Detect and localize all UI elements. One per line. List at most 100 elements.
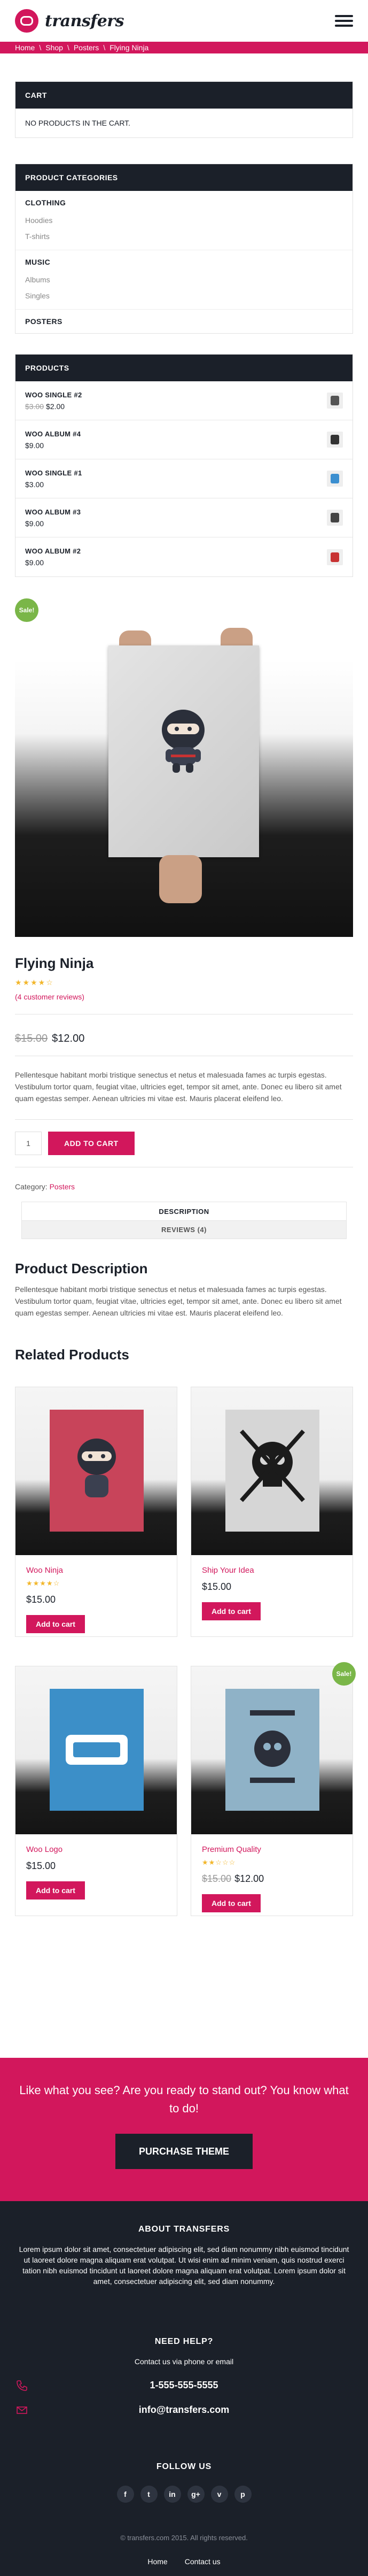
category-link[interactable]: Posters: [50, 1182, 75, 1191]
help-title: NEED HELP?: [154, 2337, 214, 2346]
related-product-price: $15.00 $12.00: [202, 1873, 342, 1885]
category-group: POSTERS: [15, 310, 353, 333]
purchase-theme-button[interactable]: PURCHASE THEME: [115, 2134, 253, 2169]
widget-product-row[interactable]: WOO ALBUM #2 $9.00: [15, 537, 353, 576]
category-singles[interactable]: Singles: [25, 288, 343, 304]
description-text: Pellentesque habitant morbi tristique se…: [15, 1285, 342, 1317]
cart-widget-title: CART: [15, 82, 353, 109]
breadcrumb-shop[interactable]: Shop: [45, 43, 63, 52]
widget-product-name[interactable]: WOO SINGLE #2: [25, 391, 82, 399]
related-product-old-price: $15.00: [202, 1873, 232, 1884]
related-product-card[interactable]: Woo Ninja ★★★★☆ $15.00 Add to cart: [15, 1387, 177, 1637]
breadcrumb-home[interactable]: Home: [15, 43, 35, 52]
page: transfers Home \ Shop \ Posters \ Flying…: [0, 0, 368, 2576]
main-content: CART NO PRODUCTS IN THE CART. PRODUCT CA…: [0, 81, 368, 1916]
breadcrumb-separator: \: [39, 43, 42, 52]
product-thumbnail[interactable]: [327, 432, 343, 448]
related-product-card[interactable]: Ship Your Idea $15.00 Add to cart: [191, 1387, 353, 1637]
widget-product-name[interactable]: WOO ALBUM #3: [25, 508, 81, 516]
logo-text[interactable]: transfers: [45, 12, 124, 30]
widget-product-row[interactable]: WOO ALBUM #3 $9.00: [15, 498, 353, 537]
category-music[interactable]: MUSIC: [25, 258, 343, 266]
about-text: Lorem ipsum dolor sit amet, consectetuer…: [19, 2245, 349, 2286]
add-to-cart-button[interactable]: Add to cart: [26, 1881, 85, 1900]
cart-empty-message: NO PRODUCTS IN THE CART.: [25, 119, 131, 127]
related-product-name[interactable]: Woo Ninja: [26, 1566, 166, 1575]
product-tabs: DESCRIPTION REVIEWS (4): [21, 1202, 347, 1239]
email-address[interactable]: info@transfers.com: [0, 2404, 368, 2416]
category-group: CLOTHING Hoodies T-shirts: [15, 191, 353, 250]
related-product-card[interactable]: Sale! Premium Quality ★★☆☆☆ $15.00 $12.00…: [191, 1662, 356, 1916]
widget-product-row[interactable]: WOO SINGLE #1 $3.00: [15, 459, 353, 498]
skull-illustration: [240, 1429, 305, 1502]
footer-links: Home Contact us: [0, 2557, 368, 2566]
facebook-icon[interactable]: f: [116, 2486, 134, 2503]
add-to-cart-button[interactable]: Add to cart: [202, 1602, 261, 1620]
linkedin-icon[interactable]: in: [163, 2486, 181, 2503]
copyright-text: © transfers.com 2015. All rights reserve…: [120, 2534, 248, 2542]
product-image[interactable]: [191, 1666, 353, 1834]
star-rating-icon: ★★★★☆: [15, 978, 54, 987]
widget-product-name[interactable]: WOO ALBUM #4: [25, 430, 81, 438]
logo-icon[interactable]: [15, 9, 38, 33]
pinterest-icon[interactable]: p: [234, 2486, 252, 2503]
star-rating-icon: ★★☆☆☆: [202, 1858, 236, 1866]
widget-product-price: $9.00: [25, 519, 44, 528]
products-widget: PRODUCTS WOO SINGLE #2 $3.00 $2.00 WOO AL…: [15, 354, 353, 577]
breadcrumb-posters[interactable]: Posters: [74, 43, 99, 52]
related-product-name[interactable]: Premium Quality: [202, 1845, 342, 1854]
related-product-card[interactable]: Woo Logo $15.00 Add to cart: [15, 1666, 177, 1916]
breadcrumb-separator: \: [67, 43, 69, 52]
related-product-name[interactable]: Woo Logo: [26, 1845, 166, 1854]
tab-description[interactable]: DESCRIPTION: [22, 1202, 346, 1220]
category-hoodies[interactable]: Hoodies: [25, 212, 343, 228]
cart-widget: CART NO PRODUCTS IN THE CART.: [15, 81, 353, 138]
categories-widget: PRODUCT CATEGORIES CLOTHING Hoodies T-sh…: [15, 164, 353, 334]
add-to-cart-button[interactable]: Add to cart: [202, 1894, 261, 1912]
add-to-cart-button[interactable]: Add to cart: [26, 1615, 85, 1633]
quantity-input[interactable]: 1: [15, 1132, 42, 1155]
poster-image: [225, 1410, 319, 1532]
twitter-icon[interactable]: t: [140, 2486, 158, 2503]
help-text: Contact us via phone or email: [134, 2357, 234, 2366]
product-thumbnail[interactable]: [327, 549, 343, 565]
category-posters[interactable]: POSTERS: [25, 317, 343, 326]
poster-image: [50, 1410, 144, 1532]
cta-text: Like what you see? Are you ready to stan…: [19, 2083, 349, 2115]
footer-link-contact[interactable]: Contact us: [185, 2557, 221, 2566]
widget-product-row[interactable]: WOO ALBUM #4 $9.00: [15, 420, 353, 459]
footer-link-home[interactable]: Home: [147, 2557, 167, 2566]
widget-product-name[interactable]: WOO ALBUM #2: [25, 547, 81, 555]
category-albums[interactable]: Albums: [25, 272, 343, 288]
tab-reviews[interactable]: REVIEWS (4): [22, 1220, 346, 1239]
product-thumbnail[interactable]: [327, 471, 343, 487]
widget-product-row[interactable]: WOO SINGLE #2 $3.00 $2.00: [15, 381, 353, 420]
poster-image: [108, 645, 259, 857]
product-main-image[interactable]: Sale!: [15, 598, 353, 937]
site-header: transfers: [0, 0, 368, 42]
product-meta: Category: Posters: [15, 1182, 353, 1191]
related-product-name[interactable]: Ship Your Idea: [202, 1566, 342, 1575]
premium-illustration: [250, 1710, 295, 1783]
related-product-price: $15.00: [202, 1581, 232, 1592]
product-image[interactable]: [15, 1666, 177, 1834]
category-group: MUSIC Albums Singles: [15, 250, 353, 310]
hand-image: [159, 855, 202, 903]
category-t-shirts[interactable]: T-shirts: [25, 228, 343, 244]
add-to-cart-button[interactable]: ADD TO CART: [48, 1132, 135, 1155]
product-old-price: $15.00: [15, 1033, 48, 1044]
reviews-link[interactable]: (4 customer reviews): [15, 993, 353, 1001]
googleplus-icon[interactable]: g+: [187, 2486, 205, 2503]
vimeo-icon[interactable]: v: [210, 2486, 228, 2503]
product-thumbnail[interactable]: [327, 510, 343, 526]
woo-logo-illustration: [66, 1735, 128, 1765]
category-clothing[interactable]: CLOTHING: [25, 198, 343, 207]
product-image[interactable]: [191, 1387, 353, 1555]
sale-badge: Sale!: [15, 598, 38, 622]
product-thumbnail[interactable]: [327, 393, 343, 409]
phone-number[interactable]: 1-555-555-5555: [0, 2380, 368, 2391]
product-image[interactable]: [15, 1387, 177, 1555]
widget-product-name[interactable]: WOO SINGLE #1: [25, 469, 82, 477]
menu-icon[interactable]: [335, 15, 353, 27]
widget-product-current-price: $2.00: [46, 402, 65, 411]
